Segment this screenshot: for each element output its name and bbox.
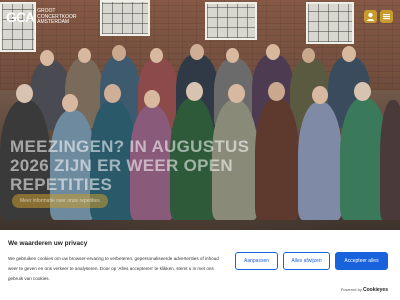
reject-all-button[interactable]: Alles afwijzen bbox=[283, 252, 330, 270]
hero-headline: MEEZINGEN? IN AUGUSTUS 2026 ZIJN ER WEER… bbox=[10, 137, 250, 194]
user-icon[interactable] bbox=[364, 10, 377, 23]
customize-button[interactable]: Aanpassen bbox=[235, 252, 278, 270]
powered-by-prefix: Powered by bbox=[340, 287, 362, 292]
logo-line: AMSTERDAM bbox=[37, 19, 70, 25]
menu-icon[interactable] bbox=[380, 10, 393, 23]
site-logo[interactable]: GCA GROOT CONCERTKOOR AMSTERDAM bbox=[6, 8, 76, 26]
cookie-description: We gebruiken cookies om uw browser-ervar… bbox=[8, 256, 219, 281]
window bbox=[100, 0, 150, 36]
window bbox=[306, 2, 354, 44]
hero-cta-button[interactable]: Meer informatie over onze repetities bbox=[12, 194, 108, 208]
window bbox=[205, 2, 257, 40]
logo-wordmark: GROOT CONCERTKOOR AMSTERDAM bbox=[37, 8, 76, 26]
logo-mark: GCA bbox=[6, 9, 35, 26]
cookie-title: We waarderen uw privacy bbox=[8, 240, 88, 247]
powered-by: Powered by Cookieyes bbox=[341, 287, 388, 293]
accept-all-button[interactable]: Accepteer alles bbox=[335, 252, 388, 270]
cookieyes-logo[interactable]: Cookieyes bbox=[363, 287, 388, 293]
